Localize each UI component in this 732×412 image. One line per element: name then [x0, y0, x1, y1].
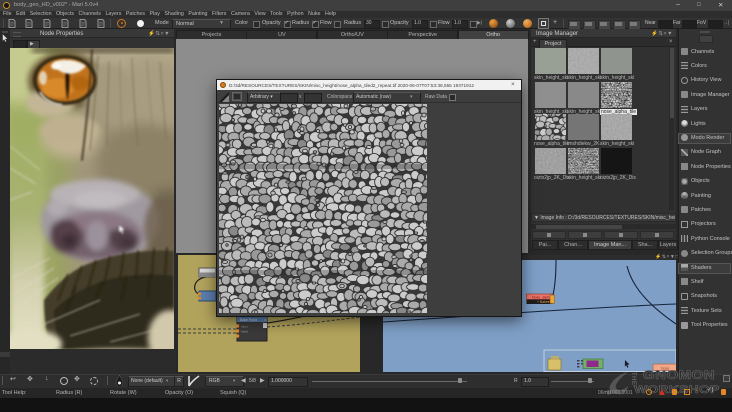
svg-text:Nose_alpha: Nose_alpha	[532, 296, 551, 300]
svg-text:+ Bake▾: + Bake▾	[537, 300, 550, 304]
svg-text:Input: Input	[241, 325, 248, 329]
svg-text:Bake Point: Bake Point	[240, 318, 257, 322]
svg-text:Mask: Mask	[241, 330, 249, 334]
